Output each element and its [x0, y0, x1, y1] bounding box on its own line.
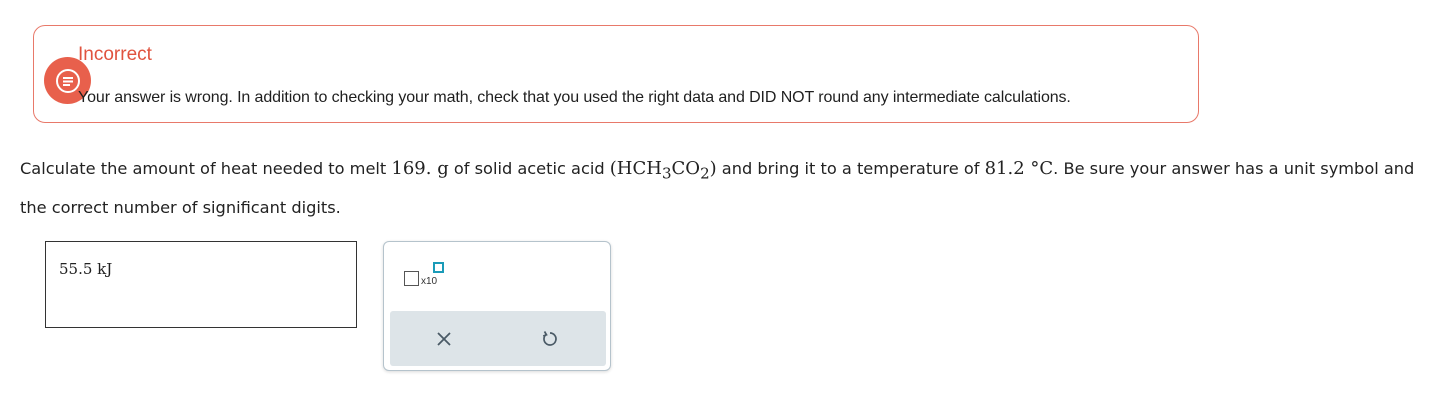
action-bar	[390, 311, 606, 366]
mass-value: 169. g	[391, 158, 449, 179]
close-icon	[437, 332, 451, 346]
answer-tools-panel: x10	[383, 241, 611, 371]
x10-label: x10	[421, 276, 438, 287]
formula-part: CO	[671, 158, 701, 179]
formula-subscript: 2	[700, 164, 710, 183]
undo-icon	[542, 331, 557, 346]
formula-part: (HCH	[609, 158, 662, 179]
clear-button[interactable]	[430, 325, 458, 353]
feedback-banner	[33, 25, 1199, 123]
feedback-title: Incorrect	[78, 44, 152, 65]
mantissa-box-icon	[404, 271, 419, 286]
scientific-notation-button[interactable]: x10	[400, 262, 448, 294]
feedback-message: Your answer is wrong. In addition to che…	[78, 89, 1071, 106]
question-part: of solid acetic acid	[448, 159, 610, 178]
answer-value: 55.5 kJ	[59, 260, 113, 278]
chemical-formula: (HCH3CO2)	[609, 158, 717, 183]
formula-subscript: 3	[661, 164, 672, 183]
exponent-box-icon	[433, 262, 444, 273]
question-text: Calculate the amount of heat needed to m…	[20, 152, 1425, 224]
question-part: Calculate the amount of heat needed to m…	[20, 159, 392, 178]
undo-button[interactable]	[536, 325, 564, 353]
question-part: and bring it to a temperature of	[716, 159, 985, 178]
answer-input[interactable]: 55.5 kJ	[45, 241, 357, 328]
temperature-value: 81.2 °C	[984, 158, 1054, 179]
formula-part: )	[709, 158, 717, 179]
